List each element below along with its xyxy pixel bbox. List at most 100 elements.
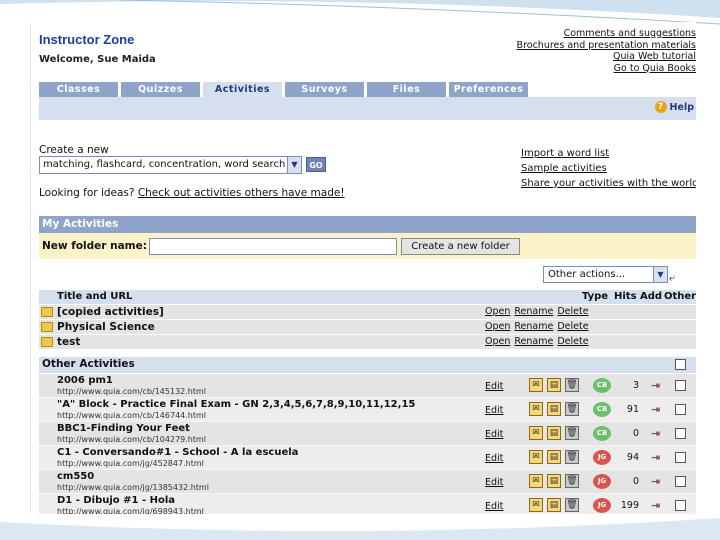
delete-link[interactable]: Delete — [557, 336, 588, 347]
rename-link[interactable]: Rename — [514, 336, 553, 347]
tab-quizzes[interactable]: Quizzes — [121, 82, 200, 97]
col-add: Add — [640, 291, 663, 302]
email-icon[interactable]: ✉ — [529, 450, 543, 464]
chevron-down-icon: ▼ — [287, 157, 301, 173]
trash-icon[interactable]: 🗑 — [565, 498, 579, 512]
activity-url[interactable]: http://www.quia.com/jg/698943.html — [57, 507, 204, 514]
activity-url[interactable]: http://www.quia.com/cb/146744.html — [57, 411, 206, 420]
table-row: D1 - Dibujo #1 - Hola http://www.quia.co… — [39, 494, 696, 514]
tab-bar: ? Help — [39, 97, 696, 120]
ideas-prefix: Looking for ideas? — [39, 187, 135, 199]
folder-name[interactable]: [copied activities] — [57, 305, 164, 319]
select-all-checkbox[interactable] — [675, 359, 686, 370]
sample-activities-link[interactable]: Sample activities — [521, 161, 696, 176]
row-checkbox[interactable] — [675, 452, 686, 463]
tutorial-link[interactable]: Quia Web tutorial — [517, 51, 696, 63]
open-link[interactable]: Open — [485, 336, 510, 347]
my-activities-header: My Activities — [39, 216, 696, 233]
activity-title[interactable]: C1 - Conversando#1 - School - A la escue… — [57, 447, 298, 458]
row-checkbox[interactable] — [675, 428, 686, 439]
add-to-class-icon[interactable]: ⇥ — [651, 451, 660, 464]
import-word-list-link[interactable]: Import a word list — [521, 146, 696, 161]
new-folder-input[interactable] — [149, 238, 397, 255]
copy-icon[interactable]: ▤ — [547, 378, 561, 392]
email-icon[interactable]: ✉ — [529, 498, 543, 512]
open-link[interactable]: Open — [485, 321, 510, 332]
email-icon[interactable]: ✉ — [529, 402, 543, 416]
tab-preferences[interactable]: Preferences — [449, 82, 528, 97]
edit-link[interactable]: Edit — [485, 405, 503, 416]
trash-icon[interactable]: 🗑 — [565, 402, 579, 416]
col-type: Type — [582, 291, 609, 302]
quia-books-link[interactable]: Go to Quia Books — [517, 63, 696, 75]
copy-icon[interactable]: ▤ — [547, 426, 561, 440]
help-button[interactable]: ? Help — [654, 101, 694, 113]
edit-link[interactable]: Edit — [485, 477, 503, 488]
email-icon[interactable]: ✉ — [529, 426, 543, 440]
copy-icon[interactable]: ▤ — [547, 498, 561, 512]
activity-url[interactable]: http://www.quia.com/jg/1385432.html — [57, 483, 209, 492]
activity-title[interactable]: D1 - Dibujo #1 - Hola — [57, 495, 175, 506]
email-icon[interactable]: ✉ — [529, 474, 543, 488]
activity-title[interactable]: 2006 pm1 — [57, 375, 113, 386]
folder-actions: Open Rename Delete — [485, 320, 593, 334]
activity-url[interactable]: http://www.quia.com/cb/104279.html — [57, 435, 206, 444]
add-to-class-icon[interactable]: ⇥ — [651, 403, 660, 416]
activity-url[interactable]: http://www.quia.com/cb/145132.html — [57, 387, 206, 396]
folder-name[interactable]: test — [57, 335, 80, 349]
other-actions-select[interactable]: Other actions... ▼ — [543, 266, 668, 283]
help-icon: ? — [654, 101, 667, 113]
tab-surveys[interactable]: Surveys — [285, 82, 364, 97]
activity-title[interactable]: "A" Block - Practice Final Exam - GN 2,3… — [57, 399, 415, 410]
other-actions-value: Other actions... — [548, 269, 626, 280]
row-checkbox[interactable] — [675, 404, 686, 415]
activity-title[interactable]: cm550 — [57, 471, 94, 482]
hits-count: 0 — [632, 428, 639, 439]
activity-url[interactable]: http://www.quia.com/jg/452847.html — [57, 459, 204, 468]
type-badge: JG — [593, 498, 611, 513]
folder-name[interactable]: Physical Science — [57, 320, 155, 334]
row-checkbox[interactable] — [675, 380, 686, 391]
activity-title[interactable]: BBC1-Finding Your Feet — [57, 423, 190, 434]
copy-icon[interactable]: ▤ — [547, 402, 561, 416]
add-to-class-icon[interactable]: ⇥ — [651, 475, 660, 488]
share-activities-link[interactable]: Share your activities with the world — [521, 176, 696, 191]
edit-link[interactable]: Edit — [485, 381, 503, 392]
add-to-class-icon[interactable]: ⇥ — [651, 379, 660, 392]
trash-icon[interactable]: 🗑 — [565, 378, 579, 392]
ideas-link[interactable]: Check out activities others have made! — [138, 187, 345, 199]
email-icon[interactable]: ✉ — [529, 378, 543, 392]
rename-link[interactable]: Rename — [514, 321, 553, 332]
type-badge: CB — [593, 378, 611, 393]
trash-icon[interactable]: 🗑 — [565, 426, 579, 440]
brand-title: Instructor Zone — [39, 32, 135, 47]
comments-link[interactable]: Comments and suggestions — [517, 28, 696, 40]
edit-link[interactable]: Edit — [485, 453, 503, 464]
row-checkbox[interactable] — [675, 476, 686, 487]
trash-icon[interactable]: 🗑 — [565, 474, 579, 488]
table-header: Title and URL Type Hits Add Other — [39, 290, 696, 304]
hits-count: 0 — [632, 476, 639, 487]
table-row: "A" Block - Practice Final Exam - GN 2,3… — [39, 398, 696, 422]
col-title: Title and URL — [57, 291, 133, 302]
tab-files[interactable]: Files — [367, 82, 446, 97]
brochures-link[interactable]: Brochures and presentation materials — [517, 40, 696, 52]
row-checkbox[interactable] — [675, 500, 686, 511]
edit-link[interactable]: Edit — [485, 501, 503, 512]
add-to-class-icon[interactable]: ⇥ — [651, 499, 660, 512]
delete-link[interactable]: Delete — [557, 321, 588, 332]
add-to-class-icon[interactable]: ⇥ — [651, 427, 660, 440]
edit-link[interactable]: Edit — [485, 429, 503, 440]
go-button[interactable]: GO — [306, 157, 326, 172]
delete-link[interactable]: Delete — [557, 306, 588, 317]
create-folder-button[interactable]: Create a new folder — [401, 238, 520, 255]
tab-classes[interactable]: Classes — [39, 82, 118, 97]
activity-type-select[interactable]: matching, flashcard, concentration, word… — [39, 156, 302, 174]
copy-icon[interactable]: ▤ — [547, 474, 561, 488]
other-activities-title: Other Activities — [42, 358, 135, 370]
open-link[interactable]: Open — [485, 306, 510, 317]
copy-icon[interactable]: ▤ — [547, 450, 561, 464]
tab-activities[interactable]: Activities — [203, 82, 282, 97]
trash-icon[interactable]: 🗑 — [565, 450, 579, 464]
rename-link[interactable]: Rename — [514, 306, 553, 317]
